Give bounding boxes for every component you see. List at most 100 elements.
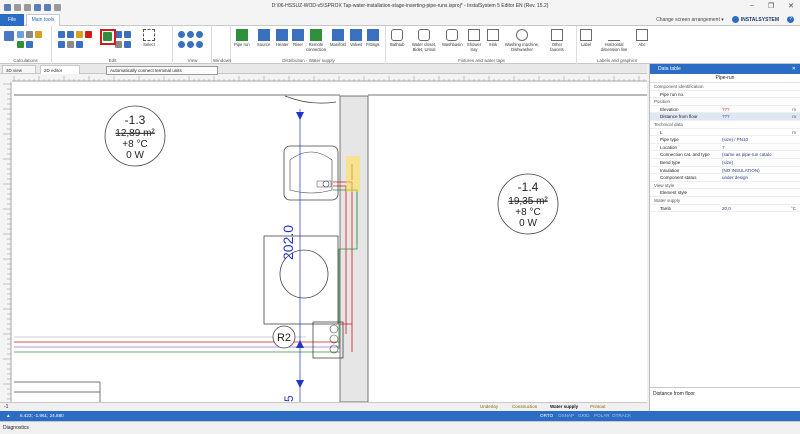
washbasin-button[interactable]: Washbasin — [442, 29, 463, 47]
help-icon[interactable]: ? — [787, 16, 794, 23]
shower-tray-button[interactable]: Shower tray — [467, 29, 481, 52]
property-row[interactable]: Lm — [650, 129, 800, 137]
washing-machine-button[interactable]: Washing machine, Dishwasher — [503, 29, 541, 52]
property-value[interactable]: ? — [722, 144, 778, 152]
property-section[interactable]: Component identification — [650, 83, 800, 91]
zoom-window-icon[interactable] — [178, 41, 185, 48]
report-icon[interactable] — [35, 31, 42, 38]
room-tag-2[interactable]: -1.4 19,35 m² +8 °C 0 W — [497, 173, 559, 235]
close-panel-icon[interactable]: ✕ — [792, 64, 796, 74]
property-value[interactable]: (NO INSULATION) — [722, 167, 778, 175]
property-value[interactable]: ??? — [722, 106, 778, 114]
water-closet-button[interactable]: Water closet, Bidet, Urinal — [411, 29, 437, 52]
property-row[interactable]: Component status under design — [650, 174, 800, 182]
property-section[interactable]: Position — [650, 98, 800, 106]
group-icon[interactable] — [115, 41, 122, 48]
ungroup-icon[interactable] — [124, 41, 131, 48]
property-row[interactable]: Element style — [650, 189, 800, 197]
property-section[interactable]: Technical data — [650, 121, 800, 129]
layer-printout[interactable]: Printout — [590, 404, 606, 409]
results-icon[interactable] — [26, 41, 33, 48]
property-value[interactable]: (same as pipe-run catalo — [722, 151, 778, 159]
layer-construction[interactable]: Construction — [512, 404, 537, 409]
zoom-out-icon[interactable] — [187, 31, 194, 38]
paste-icon[interactable] — [76, 31, 83, 38]
property-row[interactable]: Tamb 20,0 °C — [650, 205, 800, 213]
label-button[interactable]: Label — [580, 29, 592, 47]
new-file-icon[interactable] — [54, 3, 61, 11]
property-value[interactable]: 20,0 — [722, 205, 778, 213]
cut-icon[interactable] — [58, 31, 65, 38]
calculate-icon[interactable] — [4, 31, 14, 41]
select-button[interactable]: Select — [143, 29, 155, 47]
other-faucets-button[interactable]: Other faucets — [547, 29, 567, 52]
maximize-button[interactable]: ❐ — [768, 2, 774, 10]
pan-icon[interactable] — [187, 41, 194, 48]
room-tag-1[interactable]: -1.3 12,89 m² +8 °C 0 W — [104, 105, 166, 167]
bathtub-button[interactable]: Bathtub — [390, 29, 404, 47]
level-selector[interactable]: -1 — [4, 404, 8, 410]
valves-button[interactable]: Valves — [350, 29, 362, 47]
pipe-run-button[interactable]: Pipe run — [234, 29, 250, 47]
horizontal-dimension-button[interactable]: Horizontal dimension line — [596, 29, 632, 52]
layer-water-supply[interactable]: Water supply — [550, 404, 578, 409]
tab-3d-view[interactable]: 3D view — [2, 65, 36, 74]
property-value[interactable]: ??? — [722, 113, 778, 121]
tab-main-tools[interactable]: Main tools — [26, 14, 60, 26]
property-section[interactable]: Water supply — [650, 197, 800, 205]
zoom-extents-icon[interactable] — [196, 31, 203, 38]
property-row[interactable]: Elevation??? m — [650, 106, 800, 114]
change-arrangement-button[interactable]: Change screen arrangement ▾ — [656, 17, 724, 23]
washing-machine-icon — [516, 29, 528, 41]
warning-icon[interactable]: ▲ — [6, 411, 11, 421]
rotate-icon[interactable] — [76, 41, 83, 48]
heater-button[interactable]: Heater — [276, 29, 289, 47]
mode-polar[interactable]: POLAR — [594, 411, 610, 421]
tab-2d-editor[interactable]: 2D editor — [40, 65, 80, 74]
property-row[interactable]: Pipe run no. — [650, 91, 800, 99]
diagnostics-tab[interactable]: Diagnostics — [3, 425, 29, 431]
close-button[interactable]: ✕ — [788, 2, 794, 10]
mirror-icon[interactable] — [67, 41, 74, 48]
riser-button[interactable]: Riser — [292, 29, 304, 47]
minimize-button[interactable]: – — [750, 2, 754, 10]
open-icon[interactable] — [44, 3, 51, 11]
mode-orto[interactable]: ORTO — [540, 411, 553, 421]
redo-icon[interactable] — [24, 3, 31, 11]
fittings-button[interactable]: Fittings — [366, 29, 380, 47]
grid-icon[interactable] — [17, 31, 24, 38]
property-row[interactable]: Bend type (size) — [650, 159, 800, 167]
snap-icon[interactable] — [124, 31, 131, 38]
property-row[interactable]: Location? — [650, 144, 800, 152]
mode-grid[interactable]: GRID — [578, 411, 589, 421]
property-row[interactable]: Insulation (NO INSULATION) — [650, 167, 800, 175]
check-icon[interactable] — [17, 41, 24, 48]
sink-button[interactable]: Sink — [487, 29, 499, 47]
mode-osnap[interactable]: OSNAP — [558, 411, 574, 421]
text-button[interactable]: Abc — [636, 29, 648, 47]
align-icon[interactable] — [115, 31, 122, 38]
mode-otrack[interactable]: OTRACK — [612, 411, 631, 421]
manifold-button[interactable]: Manifold — [330, 29, 346, 47]
delete-icon[interactable] — [85, 31, 92, 38]
group-label-labels: Labels and graphics — [596, 58, 638, 63]
property-value[interactable]: (size) / PN10 — [722, 136, 778, 144]
property-row[interactable]: Connection cat. and type (same as pipe-ru… — [650, 151, 800, 159]
property-value[interactable]: under design — [722, 174, 778, 182]
save-icon[interactable] — [34, 3, 41, 11]
remote-connection-button[interactable]: Remote connection — [305, 29, 327, 52]
property-value[interactable]: (size) — [722, 159, 778, 167]
layer-underlay[interactable]: Underlay — [480, 404, 498, 409]
tab-file[interactable]: File — [0, 14, 24, 26]
drawing-canvas[interactable]: R2 202.0 5 -1.3 12,89 m² +8 °C 0 W -1.4 … — [0, 74, 647, 402]
property-row[interactable]: Distance from floor??? m — [650, 113, 800, 121]
undo-icon[interactable] — [14, 3, 21, 11]
copy-icon[interactable] — [67, 31, 74, 38]
source-button[interactable]: Source — [257, 29, 270, 47]
zoom-in-icon[interactable] — [178, 31, 185, 38]
property-row[interactable]: Pipe type (size) / PN10 — [650, 136, 800, 144]
zoom-previous-icon[interactable] — [196, 41, 203, 48]
property-section[interactable]: View style — [650, 182, 800, 190]
table-icon[interactable] — [26, 31, 33, 38]
move-icon[interactable] — [58, 41, 65, 48]
